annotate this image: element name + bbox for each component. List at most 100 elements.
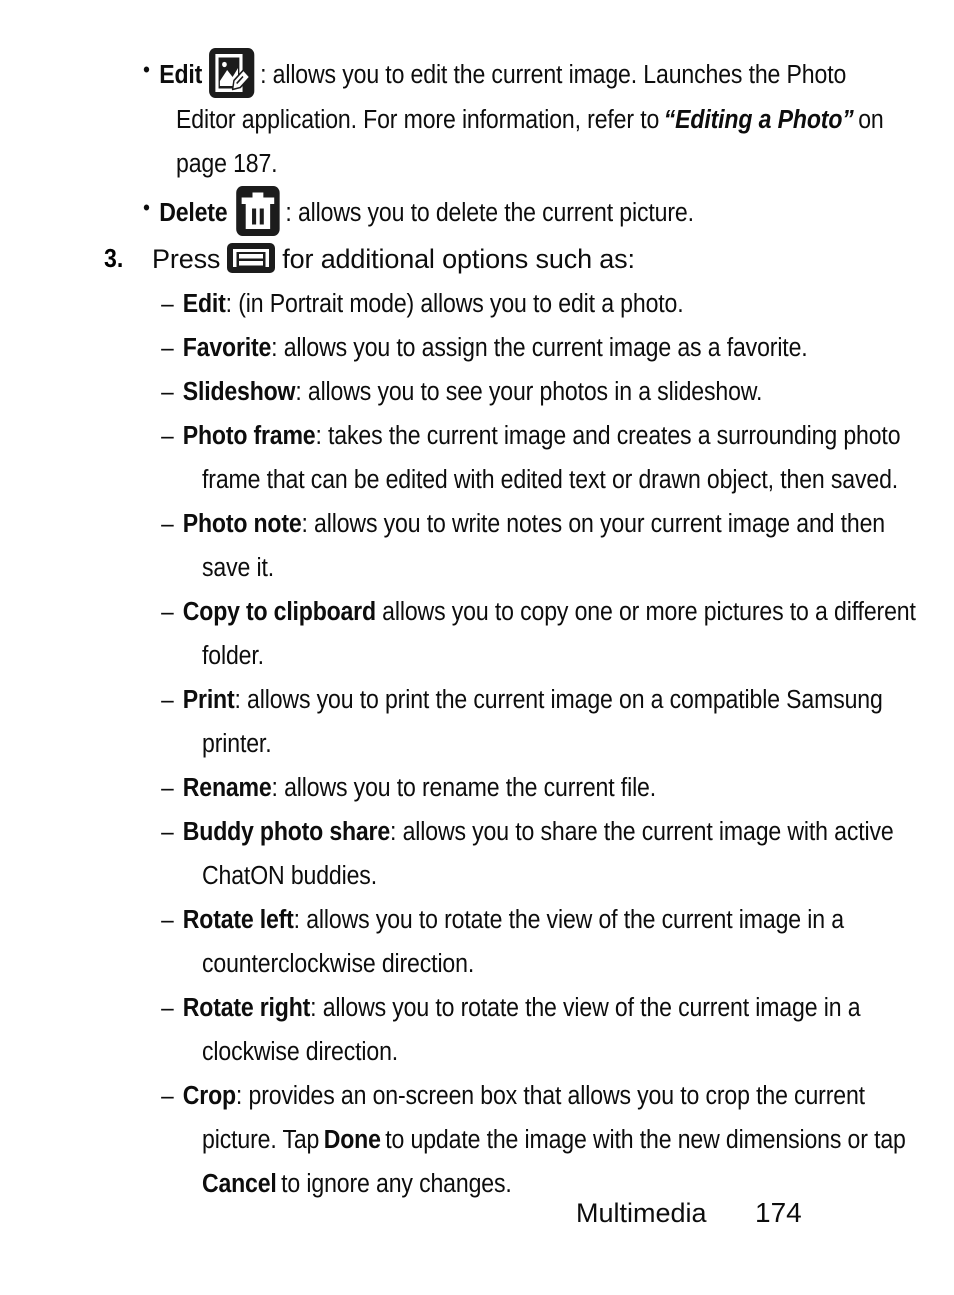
option-line: – Rotate right: allows you to rotate the… xyxy=(0,986,863,1030)
option-item-rename: – Rename: allows you to rename the curre… xyxy=(0,766,954,810)
bullet-item-edit: • Edit : allows you to edit the current … xyxy=(0,48,954,186)
option-desc: allows you to rename the current file. xyxy=(284,774,657,802)
crop-line2-post: to update the image with the new dimensi… xyxy=(385,1126,906,1154)
option-term: Buddy photo share xyxy=(182,818,391,846)
option-body: Copy to clipboard allows you to copy one… xyxy=(183,598,916,626)
option-desc-cont: save it. xyxy=(202,554,275,582)
step-body: Press for additional options such as: xyxy=(152,243,635,274)
option-term: Slideshow xyxy=(182,378,296,406)
dash-marker: – xyxy=(161,290,174,318)
option-body: Favorite: allows you to assign the curre… xyxy=(183,334,808,362)
option-item-edit: – Edit: (in Portrait mode) allows you to… xyxy=(0,282,954,326)
dash-marker: – xyxy=(161,334,174,362)
option-term: Edit xyxy=(182,290,226,318)
option-desc-cont: ChatON buddies. xyxy=(202,862,377,890)
option-separator: : xyxy=(235,1082,249,1110)
page-content: • Edit : allows you to edit the current … xyxy=(0,48,954,1206)
bullet-edit-line2-post: on xyxy=(858,106,884,134)
option-desc: (in Portrait mode) allows you to edit a … xyxy=(238,290,684,318)
option-item-crop: – Crop: provides an on-screen box that a… xyxy=(0,1074,954,1206)
edit-photo-icon xyxy=(209,48,255,98)
step-text-pre: Press xyxy=(152,244,221,274)
option-line: – Print: allows you to print the current… xyxy=(0,678,883,722)
option-item-print: – Print: allows you to print the current… xyxy=(0,678,954,766)
option-item-favorite: – Favorite: allows you to assign the cur… xyxy=(0,326,954,370)
bullet-edit-desc: : allows you to edit the current image. … xyxy=(260,61,847,89)
bullet-marker: • xyxy=(142,57,150,82)
option-desc: provides an on-screen box that allows yo… xyxy=(248,1082,865,1110)
option-desc: allows you to assign the current image a… xyxy=(283,334,808,362)
option-separator: : xyxy=(301,510,315,538)
dash-marker: – xyxy=(161,686,174,714)
option-line: – Photo note: allows you to write notes … xyxy=(0,502,885,546)
option-desc: allows you to write notes on your curren… xyxy=(314,510,885,538)
bullet-edit-line2: Editor application. For more information… xyxy=(176,98,884,142)
option-separator: : xyxy=(295,378,308,406)
option-separator: : xyxy=(390,818,403,846)
option-line: – Copy to clipboard allows you to copy o… xyxy=(0,590,916,634)
dash-marker: – xyxy=(161,510,174,538)
dash-marker: – xyxy=(161,818,174,846)
option-term: Rotate left xyxy=(182,906,294,934)
term-delete: Delete xyxy=(159,199,228,227)
done-button-label[interactable]: Done xyxy=(324,1126,381,1154)
bullet-edit-line3: page 187. xyxy=(176,150,278,178)
option-body: Edit: (in Portrait mode) allows you to e… xyxy=(183,290,684,318)
cross-reference-editing-a-photo[interactable]: “Editing a Photo” xyxy=(664,106,854,134)
page-footer: Multimedia 174 xyxy=(0,1194,954,1238)
step-number: 3. xyxy=(104,245,124,273)
option-term: Print xyxy=(182,686,235,714)
option-separator: : xyxy=(310,994,323,1022)
bullet-line: • Delete : allows you to delete the curr… xyxy=(0,186,863,236)
term-edit: Edit xyxy=(159,61,203,89)
bullet-delete-desc: : allows you to delete the current pictu… xyxy=(285,199,694,227)
option-term: Photo frame xyxy=(182,422,316,450)
option-desc-cont: folder. xyxy=(202,642,264,670)
option-desc: allows you to rotate the view of the cur… xyxy=(322,994,861,1022)
option-line: – Slideshow: allows you to see your phot… xyxy=(0,370,863,414)
dash-marker: – xyxy=(161,598,174,626)
option-item-buddy-photo-share: – Buddy photo share: allows you to share… xyxy=(0,810,954,898)
dash-marker: – xyxy=(161,422,174,450)
option-line: – Edit: (in Portrait mode) allows you to… xyxy=(0,282,863,326)
dash-marker: – xyxy=(161,378,174,406)
manual-page: • Edit : allows you to edit the current … xyxy=(0,0,954,1295)
option-item-rotate-right: – Rotate right: allows you to rotate the… xyxy=(0,986,954,1074)
option-body: Slideshow: allows you to see your photos… xyxy=(182,378,763,406)
option-body: Rotate right: allows you to rotate the v… xyxy=(183,994,861,1022)
bullet-edit-line2-pre: Editor application. For more information… xyxy=(176,106,660,134)
option-separator: : xyxy=(293,906,307,934)
option-line: – Crop: provides an on-screen box that a… xyxy=(0,1074,865,1118)
option-body: Rotate left: allows you to rotate the vi… xyxy=(183,906,844,934)
option-term: Crop xyxy=(182,1082,236,1110)
option-line: – Photo frame: takes the current image a… xyxy=(0,414,900,458)
option-body: Rename: allows you to rename the current… xyxy=(183,774,656,802)
crop-line2-pre: picture. Tap xyxy=(202,1126,320,1154)
option-desc: allows you to rotate the view of the cur… xyxy=(306,906,844,934)
footer-page-number: 174 xyxy=(755,1197,802,1228)
step-text-post: for additional options such as: xyxy=(282,244,635,274)
dash-marker: – xyxy=(161,774,174,802)
option-desc: allows you to copy one or more pictures … xyxy=(382,598,916,626)
bullet-body: Delete : allows you to delete the curren… xyxy=(159,186,694,236)
bullet-marker: • xyxy=(142,195,150,220)
option-desc-cont: printer. xyxy=(202,730,272,758)
option-item-photo-frame: – Photo frame: takes the current image a… xyxy=(0,414,954,502)
option-desc: takes the current image and creates a su… xyxy=(328,422,901,450)
option-desc-cont: counterclockwise direction. xyxy=(202,950,475,978)
bullet-line: • Edit : allows you to edit the current … xyxy=(0,48,863,98)
option-line: – Buddy photo share: allows you to share… xyxy=(0,810,894,854)
option-body: Print: allows you to print the current i… xyxy=(183,686,883,714)
options-list: – Edit: (in Portrait mode) allows you to… xyxy=(0,282,954,1206)
dash-marker: – xyxy=(161,994,174,1022)
option-separator: : xyxy=(315,422,329,450)
dash-marker: – xyxy=(161,1082,174,1110)
option-line: – Rotate left: allows you to rotate the … xyxy=(0,898,863,942)
crop-line2: picture. Tap Done to update the image with… xyxy=(202,1118,906,1162)
option-desc-cont: frame that can be edited with edited tex… xyxy=(202,466,899,494)
trash-icon xyxy=(236,186,280,236)
option-term: Copy to clipboard xyxy=(182,598,376,626)
option-line: – Favorite: allows you to assign the cur… xyxy=(0,326,863,370)
bullet-body: Edit : allows you to edit the current im… xyxy=(159,48,847,98)
option-desc-cont: clockwise direction. xyxy=(202,1038,399,1066)
